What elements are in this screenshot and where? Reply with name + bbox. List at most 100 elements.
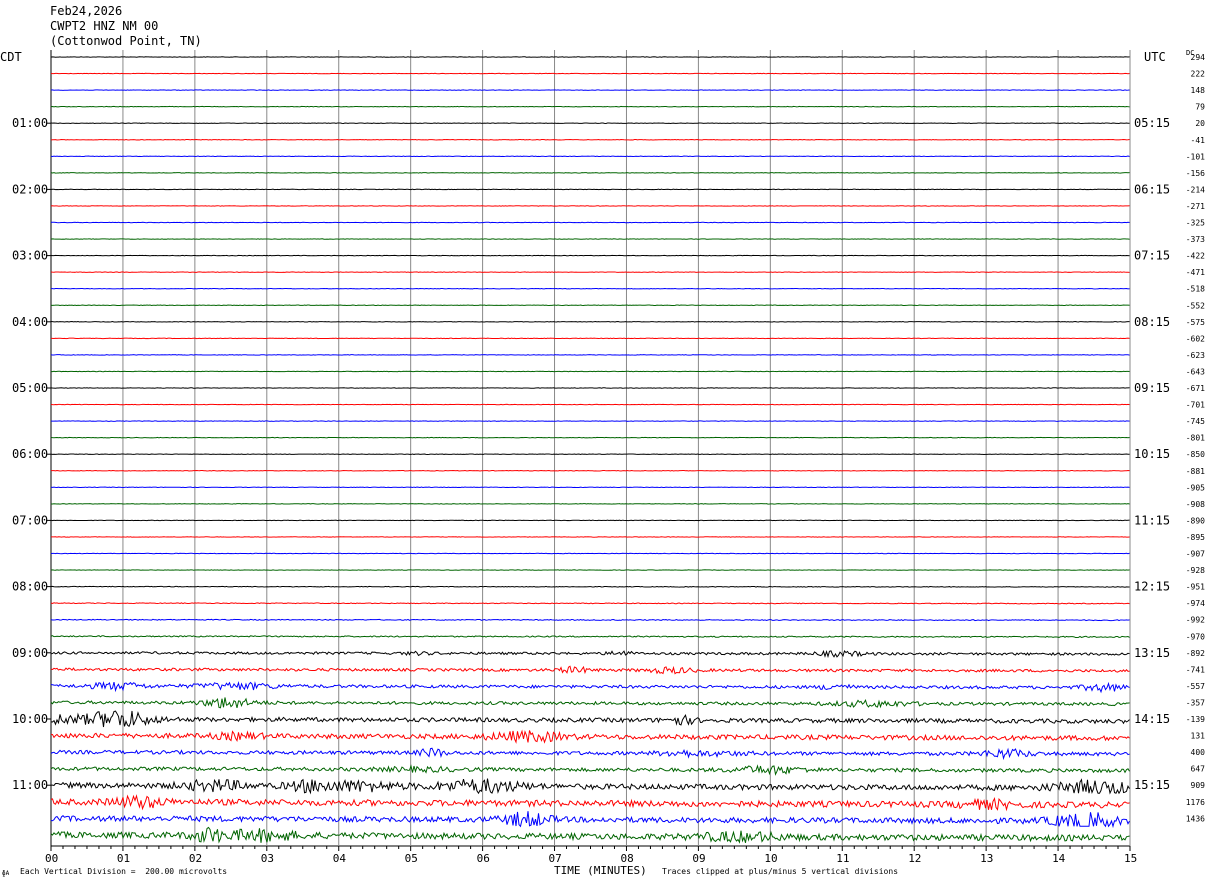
right-hour-label: 10:15 xyxy=(1134,447,1170,461)
dc-offset-label: 20 xyxy=(1195,119,1205,128)
right-hour-label: 06:15 xyxy=(1134,182,1170,196)
dc-offset-label: 131 xyxy=(1191,732,1206,741)
dc-offset-label: -892 xyxy=(1186,649,1205,658)
trace-line xyxy=(50,729,1130,744)
trace-line xyxy=(50,794,1130,812)
dc-offset-label: 1436 xyxy=(1186,814,1205,823)
dc-offset-label: -422 xyxy=(1186,252,1205,261)
left-hour-label: 07:00 xyxy=(12,513,48,527)
dc-offset-label: -881 xyxy=(1186,467,1205,476)
x-tick-label: 09 xyxy=(692,852,705,865)
corner-mark: ɸA xyxy=(2,870,10,877)
dc-offset-label: -701 xyxy=(1186,401,1205,410)
trace-line xyxy=(50,649,1130,659)
trace-line xyxy=(50,747,1130,761)
scale-note: Each Vertical Division = 200.00 microvol… xyxy=(20,867,228,876)
dc-offset-label: -850 xyxy=(1186,450,1205,459)
dc-offset-label: -214 xyxy=(1186,185,1205,194)
dc-offset-label: -518 xyxy=(1186,285,1205,294)
trace-line xyxy=(50,665,1130,675)
dc-offset-label: -602 xyxy=(1186,334,1205,343)
left-hour-label: 08:00 xyxy=(12,580,48,594)
dc-offset-label: -951 xyxy=(1186,583,1205,592)
dc-offset-label: -905 xyxy=(1186,483,1205,492)
trace-line xyxy=(50,697,1130,709)
left-hour-label: 10:00 xyxy=(12,712,48,726)
x-tick-label: 06 xyxy=(477,852,490,865)
dc-offset-label: 294 xyxy=(1191,53,1206,62)
trace-line xyxy=(50,602,1130,605)
right-hour-label: 14:15 xyxy=(1134,712,1170,726)
x-tick-label: 11 xyxy=(836,852,849,865)
left-hour-label: 11:00 xyxy=(12,778,48,792)
x-tick-label: 00 xyxy=(45,852,58,865)
x-tick-label: 01 xyxy=(117,852,130,865)
dc-offset-label: -101 xyxy=(1186,152,1205,161)
dc-offset-label: -325 xyxy=(1186,219,1205,228)
left-hour-label: 01:00 xyxy=(12,116,48,130)
right-hour-label: 09:15 xyxy=(1134,381,1170,395)
x-tick-label: 13 xyxy=(980,852,993,865)
left-hour-label: 09:00 xyxy=(12,646,48,660)
dc-offset-label: -156 xyxy=(1186,169,1205,178)
dc-offset-label: -471 xyxy=(1186,268,1205,277)
x-axis-label: TIME (MINUTES) xyxy=(554,864,647,877)
trace-line xyxy=(50,764,1130,776)
left-hour-label: 06:00 xyxy=(12,447,48,461)
right-hour-label: 11:15 xyxy=(1134,513,1170,527)
dc-offset-label: 79 xyxy=(1195,103,1205,112)
x-tick-label: 03 xyxy=(261,852,274,865)
right-hour-label: 08:15 xyxy=(1134,315,1170,329)
dc-offset-label: -271 xyxy=(1186,202,1205,211)
dc-offset-label: -890 xyxy=(1186,516,1205,525)
dc-offset-label: -357 xyxy=(1186,698,1205,707)
trace-line xyxy=(50,811,1130,829)
dc-offset-label: -41 xyxy=(1191,136,1206,145)
right-hour-label: 12:15 xyxy=(1134,580,1170,594)
dc-offset-label: -575 xyxy=(1186,318,1205,327)
dc-offset-label: -741 xyxy=(1186,665,1205,674)
dc-offset-label: -895 xyxy=(1186,533,1205,542)
x-tick-label: 04 xyxy=(333,852,347,865)
dc-offset-label: -801 xyxy=(1186,434,1205,443)
x-tick-label: 02 xyxy=(189,852,202,865)
x-tick-label: 10 xyxy=(764,852,777,865)
dc-offset-label: 647 xyxy=(1191,765,1206,774)
x-tick-label: 05 xyxy=(405,852,418,865)
right-hour-label: 13:15 xyxy=(1134,646,1170,660)
dc-offset-label: 1176 xyxy=(1186,798,1205,807)
x-tick-label: 14 xyxy=(1052,852,1066,865)
trace-line xyxy=(50,635,1130,638)
dc-offset-label: -908 xyxy=(1186,500,1205,509)
left-hour-label: 02:00 xyxy=(12,182,48,196)
x-tick-label: 12 xyxy=(908,852,921,865)
dc-offset-label: -373 xyxy=(1186,235,1205,244)
trace-line xyxy=(50,618,1130,622)
clip-note: Traces clipped at plus/minus 5 vertical … xyxy=(662,867,899,876)
left-hour-label: 05:00 xyxy=(12,381,48,395)
dc-offset-label: -623 xyxy=(1186,351,1205,360)
helicorder-chart: 00 01 02 03 04 05 06 07 08 09 10 11 12 13 14 1501:0002:… xyxy=(12,50,1206,865)
dc-offset-label: -139 xyxy=(1186,715,1205,724)
dc-offset-label: -745 xyxy=(1186,417,1205,426)
x-tick-label: 15 xyxy=(1124,852,1137,865)
dc-offset-label: -557 xyxy=(1186,682,1205,691)
dc-offset-label: -907 xyxy=(1186,550,1205,559)
trace-line xyxy=(50,826,1130,844)
dc-offset-label: -970 xyxy=(1186,632,1205,641)
dc-offset-label: 148 xyxy=(1191,86,1206,95)
dc-offset-label: -671 xyxy=(1186,384,1205,393)
left-hour-label: 03:00 xyxy=(12,249,48,263)
dc-offset-label: -992 xyxy=(1186,616,1205,625)
trace-line xyxy=(50,680,1130,694)
trace-line xyxy=(50,710,1130,728)
left-hour-label: 04:00 xyxy=(12,315,48,329)
dc-offset-label: 222 xyxy=(1191,70,1206,79)
right-hour-label: 05:15 xyxy=(1134,116,1170,130)
right-hour-label: 15:15 xyxy=(1134,778,1170,792)
dc-offset-label: -974 xyxy=(1186,599,1205,608)
dc-offset-label: -552 xyxy=(1186,301,1205,310)
right-hour-label: 07:15 xyxy=(1134,249,1170,263)
trace-line xyxy=(50,778,1130,795)
dc-offset-label: 909 xyxy=(1191,781,1206,790)
